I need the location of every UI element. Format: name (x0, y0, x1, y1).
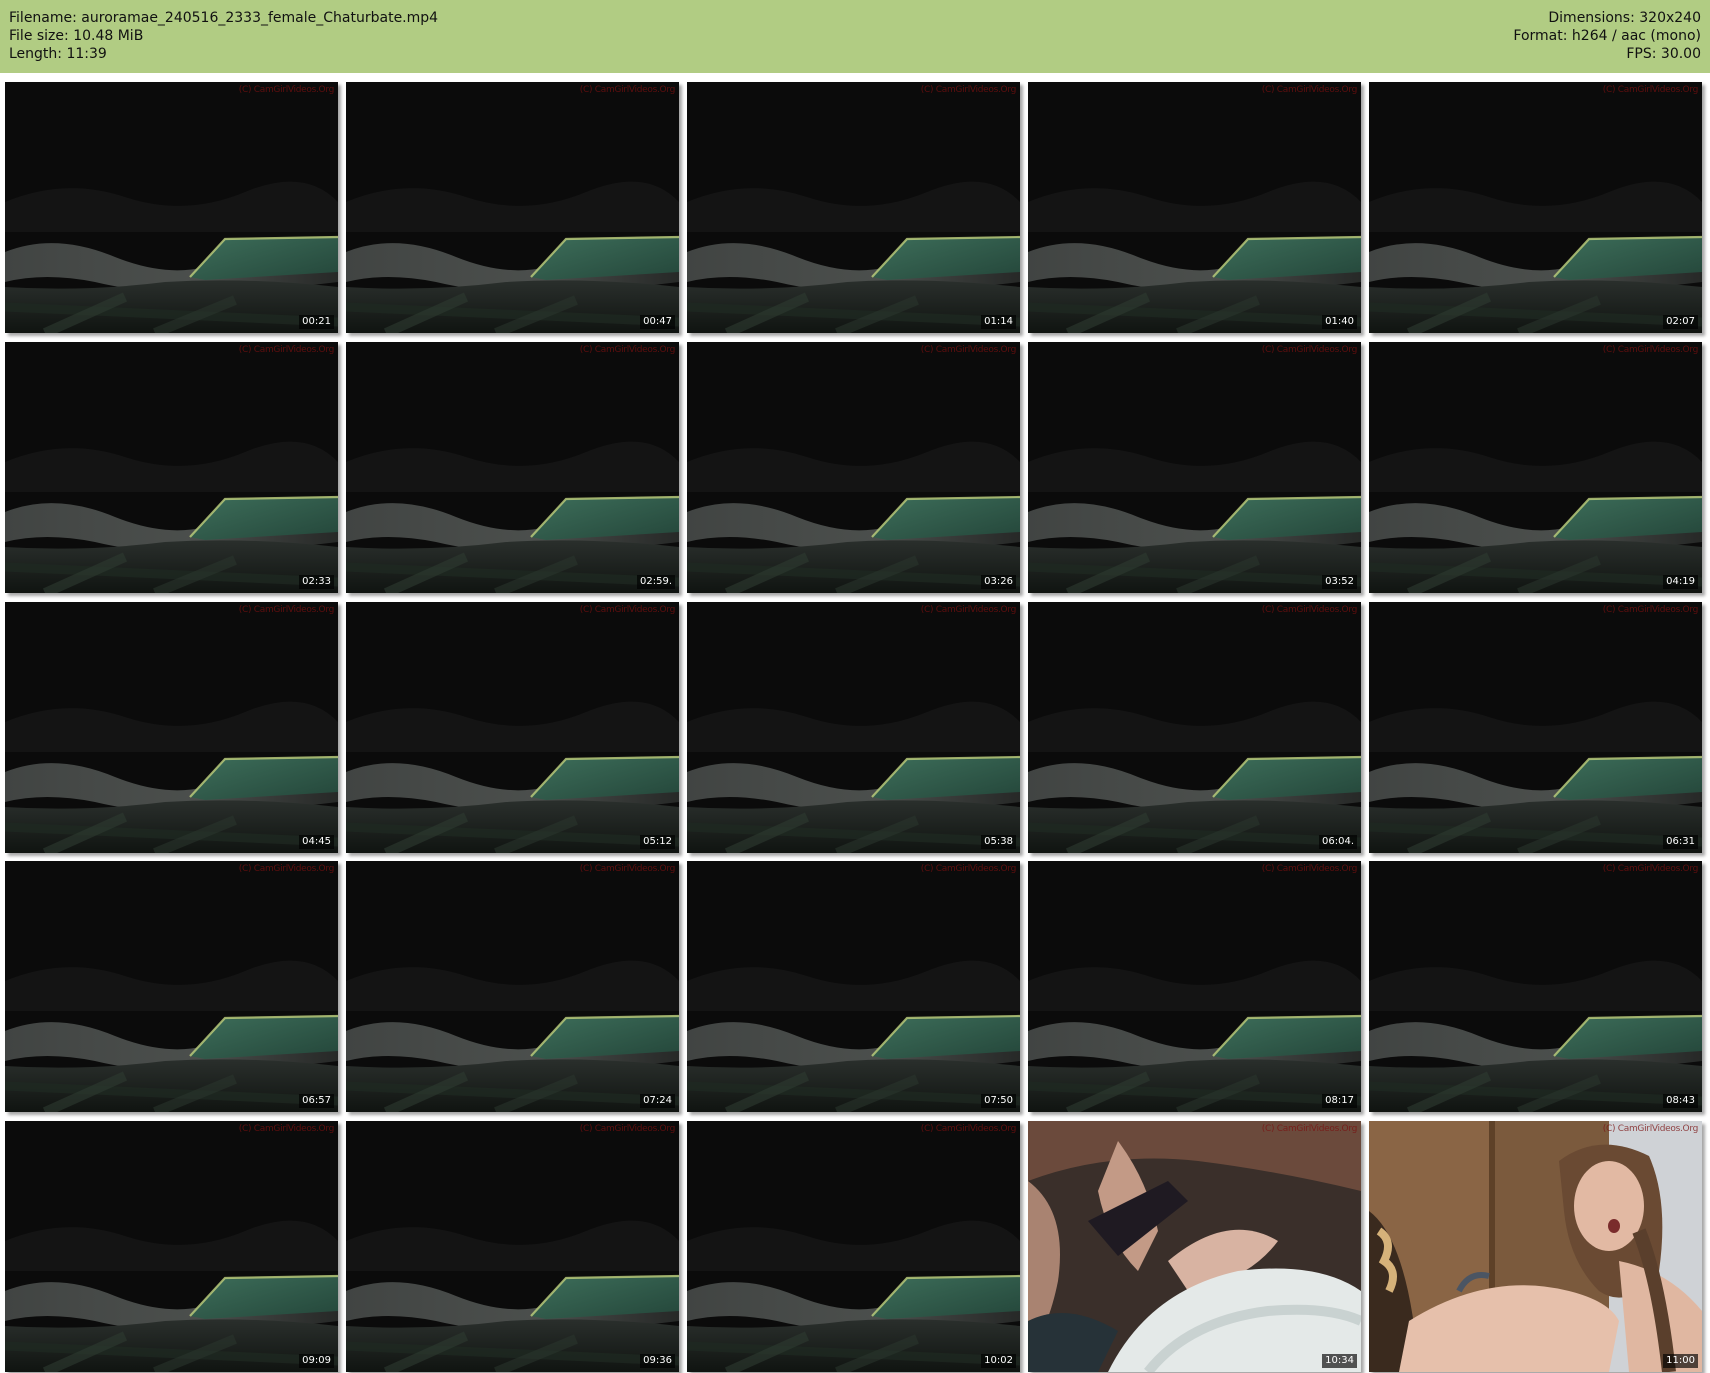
fps-text: FPS: 30.00 (1626, 46, 1701, 62)
watermark-text: (C) CamGirlVideos.Org (579, 85, 676, 95)
frame-timestamp: 04:19 (1663, 574, 1698, 589)
watermark-text: (C) CamGirlVideos.Org (1602, 1124, 1699, 1134)
watermark-text: (C) CamGirlVideos.Org (1261, 85, 1358, 95)
watermark-text: (C) CamGirlVideos.Org (920, 85, 1017, 95)
thumbnail-frame: (C) CamGirlVideos.Org 00:21 (5, 82, 338, 333)
thumbnail-frame: (C) CamGirlVideos.Org 10:34 (1028, 1121, 1361, 1372)
thumbnail-frame: (C) CamGirlVideos.Org 06:04. (1028, 601, 1361, 853)
thumbnail-frame: (C) CamGirlVideos.Org 07:50 (687, 861, 1020, 1113)
frame-timestamp: 02:59. (637, 574, 675, 589)
dimensions-text: Dimensions: 320x240 (1548, 10, 1701, 26)
file-size-text: File size: 10.48 MiB (9, 28, 144, 44)
thumbnail-frame: (C) CamGirlVideos.Org 11:00 (1369, 1121, 1702, 1372)
filename-text: Filename: auroramae_240516_2333_female_C… (9, 10, 439, 26)
watermark-text: (C) CamGirlVideos.Org (579, 604, 676, 615)
frame-timestamp: 10:02 (981, 1354, 1016, 1368)
watermark-text: (C) CamGirlVideos.Org (1602, 604, 1699, 615)
thumbnail-frame: (C) CamGirlVideos.Org 00:47 (346, 82, 679, 333)
frame-timestamp: 05:38 (981, 834, 1016, 849)
frame-timestamp: 00:21 (299, 315, 334, 329)
frame-timestamp: 02:07 (1663, 315, 1698, 329)
thumbnail-frame: (C) CamGirlVideos.Org 03:26 (687, 341, 1020, 593)
watermark-text: (C) CamGirlVideos.Org (579, 864, 676, 875)
frame-timestamp: 08:43 (1663, 1094, 1698, 1109)
thumbnail-frame: (C) CamGirlVideos.Org 07:24 (346, 861, 679, 1113)
file-info-left: Filename: auroramae_240516_2333_female_C… (9, 9, 438, 63)
thumbnail-frame: (C) CamGirlVideos.Org 06:57 (5, 861, 338, 1113)
frame-timestamp: 01:14 (981, 315, 1016, 329)
watermark-text: (C) CamGirlVideos.Org (238, 344, 335, 355)
frame-timestamp: 11:00 (1663, 1354, 1698, 1368)
thumbnail-frame: (C) CamGirlVideos.Org 02:07 (1369, 82, 1702, 333)
frame-timestamp: 07:50 (981, 1094, 1016, 1109)
frame-timestamp: 01:40 (1322, 315, 1357, 329)
watermark-text: (C) CamGirlVideos.Org (1261, 604, 1358, 615)
info-header: Filename: auroramae_240516_2333_female_C… (0, 0, 1710, 73)
format-text: Format: h264 / aac (mono) (1513, 28, 1701, 44)
thumbnail-frame: (C) CamGirlVideos.Org 05:12 (346, 601, 679, 853)
thumbnail-frame: (C) CamGirlVideos.Org 09:36 (346, 1121, 679, 1372)
frame-timestamp: 08:17 (1322, 1094, 1357, 1109)
frame-timestamp: 07:24 (640, 1094, 675, 1109)
thumbnail-frame: (C) CamGirlVideos.Org 01:40 (1028, 82, 1361, 333)
thumbnail-frame: (C) CamGirlVideos.Org 04:45 (5, 601, 338, 853)
watermark-text: (C) CamGirlVideos.Org (579, 1124, 676, 1134)
frame-timestamp: 06:57 (299, 1094, 334, 1109)
thumbnail-frame: (C) CamGirlVideos.Org 04:19 (1369, 341, 1702, 593)
frame-timestamp: 02:33 (299, 574, 334, 589)
thumbnail-frame: (C) CamGirlVideos.Org 05:38 (687, 601, 1020, 853)
watermark-text: (C) CamGirlVideos.Org (579, 344, 676, 355)
thumbnail-frame: (C) CamGirlVideos.Org 03:52 (1028, 341, 1361, 593)
watermark-text: (C) CamGirlVideos.Org (920, 1124, 1017, 1134)
watermark-text: (C) CamGirlVideos.Org (1602, 864, 1699, 875)
watermark-text: (C) CamGirlVideos.Org (238, 1124, 335, 1134)
frame-timestamp: 09:36 (640, 1354, 675, 1368)
thumbnail-frame: (C) CamGirlVideos.Org 08:17 (1028, 861, 1361, 1113)
watermark-text: (C) CamGirlVideos.Org (1261, 344, 1358, 355)
frame-timestamp: 06:31 (1663, 834, 1698, 849)
watermark-text: (C) CamGirlVideos.Org (238, 604, 335, 615)
watermark-text: (C) CamGirlVideos.Org (920, 864, 1017, 875)
frame-timestamp: 00:47 (640, 315, 675, 329)
watermark-text: (C) CamGirlVideos.Org (1261, 864, 1358, 875)
watermark-text: (C) CamGirlVideos.Org (1602, 344, 1699, 355)
thumbnail-frame: (C) CamGirlVideos.Org 10:02 (687, 1121, 1020, 1372)
watermark-text: (C) CamGirlVideos.Org (238, 85, 335, 95)
frame-timestamp: 05:12 (640, 834, 675, 849)
file-info-right: Dimensions: 320x240 Format: h264 / aac (… (1513, 9, 1701, 63)
thumbnail-frame: (C) CamGirlVideos.Org 01:14 (687, 82, 1020, 333)
thumbnail-frame: (C) CamGirlVideos.Org 02:33 (5, 341, 338, 593)
frame-timestamp: 09:09 (299, 1354, 334, 1368)
thumbnail-frame: (C) CamGirlVideos.Org 06:31 (1369, 601, 1702, 853)
frame-timestamp: 04:45 (299, 834, 334, 849)
frame-timestamp: 03:52 (1322, 574, 1357, 589)
watermark-text: (C) CamGirlVideos.Org (238, 864, 335, 875)
frame-timestamp: 06:04. (1319, 834, 1357, 849)
length-text: Length: 11:39 (9, 46, 107, 62)
watermark-text: (C) CamGirlVideos.Org (920, 604, 1017, 615)
watermark-text: (C) CamGirlVideos.Org (1602, 85, 1699, 95)
frame-timestamp: 10:34 (1322, 1354, 1357, 1368)
thumbnail-frame: (C) CamGirlVideos.Org 02:59. (346, 341, 679, 593)
thumbnail-frame: (C) CamGirlVideos.Org 09:09 (5, 1121, 338, 1372)
thumbnail-frame: (C) CamGirlVideos.Org 08:43 (1369, 861, 1702, 1113)
watermark-text: (C) CamGirlVideos.Org (1261, 1124, 1358, 1134)
frame-timestamp: 03:26 (981, 574, 1016, 589)
watermark-text: (C) CamGirlVideos.Org (920, 344, 1017, 355)
thumbnail-grid: (C) CamGirlVideos.Org 00:21 (C) CamGirlVi… (5, 82, 1705, 1372)
